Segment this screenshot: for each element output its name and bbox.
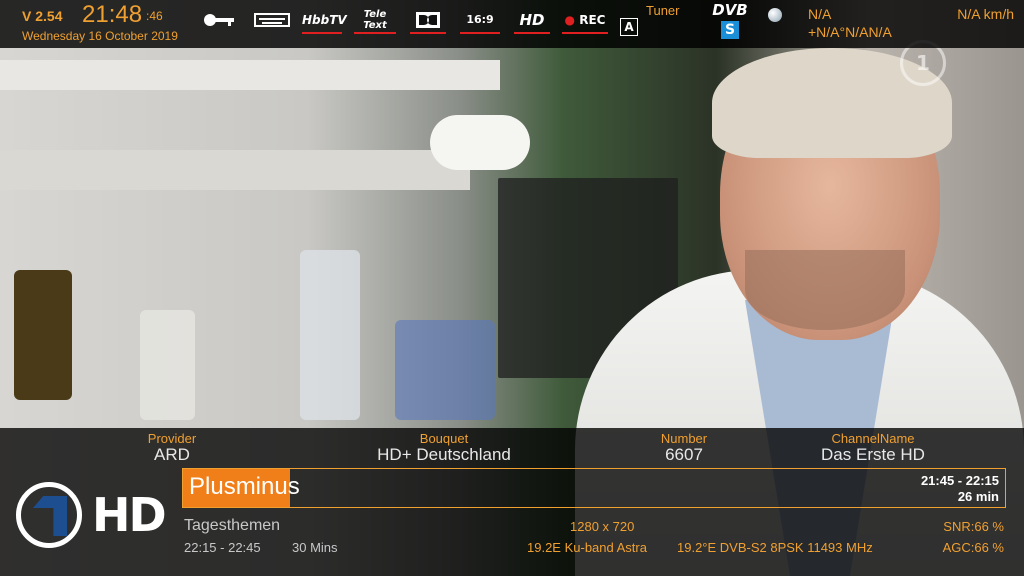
clock-seconds: :46 — [146, 9, 163, 23]
position-na: N/A — [808, 6, 832, 22]
agc-readout: AGC:66 % — [942, 540, 1004, 555]
number-value: 6607 — [665, 445, 703, 464]
aspect-ratio-icon: 16:9 — [460, 9, 500, 34]
keyboard-icon — [254, 9, 290, 31]
das-erste-logo-icon — [16, 482, 82, 548]
teletext-icon: Tele Text — [354, 9, 396, 34]
bouquet-label: Bouquet — [419, 431, 469, 446]
current-program-time: 21:45 - 22:15 26 min — [920, 473, 999, 504]
test-tubes — [395, 320, 495, 420]
resolution-readout: 1280 x 720 — [570, 519, 635, 534]
channel-logo-hd: HD — [92, 488, 167, 542]
channelname-label: ChannelName — [831, 431, 915, 446]
rec-icon: ● REC — [562, 9, 608, 34]
provider-value: ARD — [154, 445, 190, 464]
provider-label: Provider — [147, 431, 197, 446]
transponder-info: 19.2°E DVB-S2 8PSK 11493 MHz — [677, 540, 873, 555]
bouquet-value: HD+ Deutschland — [377, 445, 511, 464]
clock-time: 21:48 — [82, 1, 143, 28]
person-beard — [745, 250, 905, 330]
hbbtv-icon: HbbTV — [302, 9, 347, 34]
hd-icon: HD — [514, 9, 550, 34]
lab-shelf — [0, 60, 500, 90]
lab-bottle — [140, 310, 195, 420]
image-version: V 2.54 — [22, 8, 63, 24]
current-program-progress: Plusminus 21:45 - 22:15 26 min — [182, 468, 1006, 508]
channelname-value: Das Erste HD — [821, 445, 925, 464]
next-program-title: Tagesthemen — [184, 517, 281, 534]
lab-bottle — [300, 250, 360, 420]
dolby-icon — [410, 9, 446, 34]
speed-readout: N/A km/h — [957, 6, 1014, 22]
key-icon — [202, 9, 236, 31]
globe-icon — [768, 8, 782, 22]
tuner-label: Tuner — [646, 3, 680, 18]
lab-shelf — [0, 150, 470, 190]
clock-date: Wednesday 16 October 2019 — [22, 29, 178, 43]
next-program-time: 22:15 - 22:45 — [184, 540, 261, 555]
current-program-title: Plusminus — [189, 473, 300, 500]
dvb-icon: DVB S — [712, 1, 748, 39]
next-program-duration: 30 Mins — [292, 540, 338, 555]
audio-track-icon: A — [620, 18, 638, 36]
snr-readout: SNR:66 % — [943, 519, 1004, 534]
number-label: Number — [660, 431, 708, 446]
satellite-name: 19.2E Ku-band Astra — [527, 540, 647, 555]
coordinates-na: +N/A°N/AN/A — [808, 24, 892, 40]
lab-bottle — [14, 270, 72, 400]
paper-roll — [430, 115, 530, 170]
top-status-bar: V 2.54 21:48 :46 Wednesday 16 October 20… — [0, 0, 1024, 48]
